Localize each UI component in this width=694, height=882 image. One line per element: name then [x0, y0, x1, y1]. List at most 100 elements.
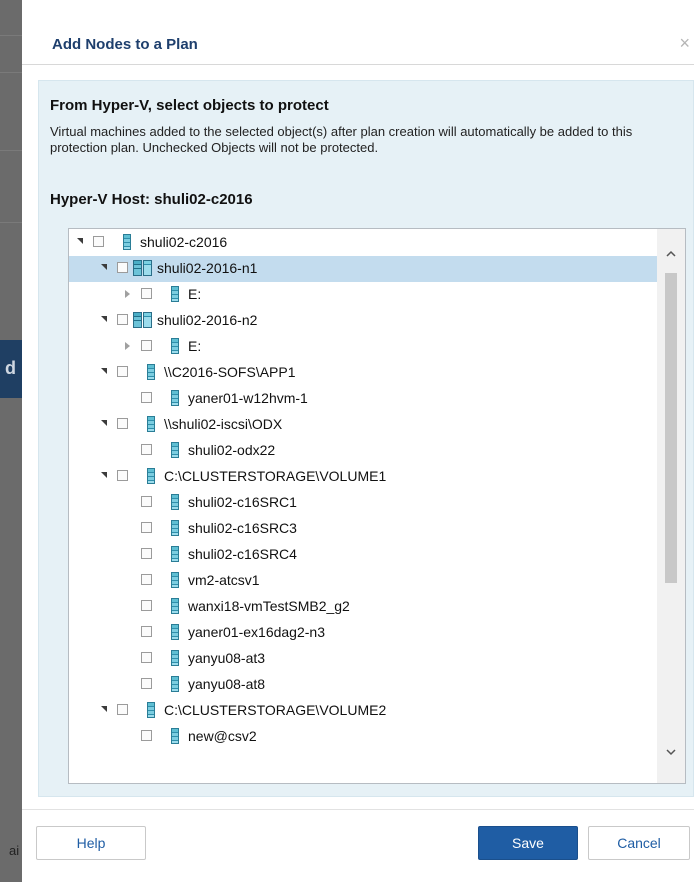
tree-row[interactable]: E:: [69, 282, 657, 308]
tree-checkbox[interactable]: [141, 600, 152, 611]
tree-row[interactable]: shuli02-odx22: [69, 438, 657, 464]
tree-row[interactable]: vm2-atcsv1: [69, 568, 657, 594]
tree-row[interactable]: C:\CLUSTERSTORAGE\VOLUME1: [69, 464, 657, 490]
server-icon: [171, 624, 179, 640]
cancel-button[interactable]: Cancel: [588, 826, 690, 860]
help-button[interactable]: Help: [36, 826, 146, 860]
tree-scrollbar[interactable]: [657, 229, 685, 783]
tree-row[interactable]: shuli02-2016-n1: [69, 256, 657, 282]
server-icon: [171, 494, 179, 510]
expand-arrow-icon[interactable]: [125, 290, 130, 298]
tree-checkbox[interactable]: [117, 418, 128, 429]
collapse-arrow-icon[interactable]: [101, 706, 107, 712]
tree-row-label: vm2-atcsv1: [188, 572, 260, 588]
tree-row[interactable]: shuli02-c16SRC4: [69, 542, 657, 568]
tree-row[interactable]: yaner01-w12hvm-1: [69, 386, 657, 412]
background-button-text: d: [5, 358, 16, 378]
close-icon[interactable]: ×: [679, 33, 690, 54]
tree-checkbox[interactable]: [141, 288, 152, 299]
tree-row-label: shuli02-2016-n2: [157, 312, 258, 328]
tree-row[interactable]: C:\CLUSTERSTORAGE\VOLUME2: [69, 698, 657, 724]
tree-row[interactable]: shuli02-c16SRC1: [69, 490, 657, 516]
tree-row-label: yanyu08-at3: [188, 650, 266, 666]
server-icon: [171, 572, 179, 588]
collapse-arrow-icon[interactable]: [101, 316, 107, 322]
tree-row-label: \\C2016-SOFS\APP1: [164, 364, 296, 380]
server-icon: [171, 338, 179, 354]
collapse-arrow-icon[interactable]: [101, 472, 107, 478]
collapse-arrow-icon[interactable]: [101, 368, 107, 374]
section-heading: From Hyper-V, select objects to protect: [50, 97, 329, 114]
tree-checkbox[interactable]: [141, 496, 152, 507]
tree-checkbox[interactable]: [117, 704, 128, 715]
background-divider: [0, 222, 22, 223]
tree-checkbox[interactable]: [93, 236, 104, 247]
server-icon: [147, 702, 155, 718]
tree-checkbox[interactable]: [141, 574, 152, 585]
server-icon: [171, 598, 179, 614]
tree-checkbox[interactable]: [117, 470, 128, 481]
tree-row[interactable]: yaner01-ex16dag2-n3: [69, 620, 657, 646]
tree-checkbox[interactable]: [141, 444, 152, 455]
server-icon: [171, 728, 179, 744]
tree-checkbox[interactable]: [141, 548, 152, 559]
tree-row-label: yanyu08-at8: [188, 676, 266, 692]
scroll-thumb[interactable]: [665, 273, 677, 583]
tree-row-label: yaner01-ex16dag2-n3: [188, 624, 325, 640]
collapse-arrow-icon[interactable]: [101, 264, 107, 270]
tree-row-label: C:\CLUSTERSTORAGE\VOLUME2: [164, 702, 387, 718]
tree-checkbox[interactable]: [117, 314, 128, 325]
tree-row-label: shuli02-2016-n1: [157, 260, 258, 276]
tree-row[interactable]: shuli02-2016-n2: [69, 308, 657, 334]
tree-checkbox[interactable]: [117, 262, 128, 273]
tree-checkbox[interactable]: [141, 626, 152, 637]
background-divider: [0, 35, 22, 36]
server-icon: [171, 390, 179, 406]
tree-row[interactable]: yanyu08-at8: [69, 672, 657, 698]
background-divider: [0, 150, 22, 151]
tree-row-label: shuli02-odx22: [188, 442, 276, 458]
tree-row[interactable]: \\C2016-SOFS\APP1: [69, 360, 657, 386]
dialog-titlebar: Add Nodes to a Plan ×: [22, 22, 694, 65]
server-icon: [147, 364, 155, 380]
tree-row[interactable]: shuli02-c2016: [69, 230, 657, 256]
tree-row-label: E:: [188, 286, 202, 302]
tree-row-label: \\shuli02-iscsi\ODX: [164, 416, 283, 432]
tree-checkbox[interactable]: [141, 392, 152, 403]
tree-row-label: shuli02-c16SRC4: [188, 546, 297, 562]
scroll-up-icon[interactable]: [666, 249, 676, 259]
tree-row-label: shuli02-c2016: [140, 234, 228, 250]
tree-row[interactable]: yanyu08-at3: [69, 646, 657, 672]
tree-row-label: shuli02-c16SRC1: [188, 494, 297, 510]
tree-checkbox[interactable]: [141, 522, 152, 533]
collapse-arrow-icon[interactable]: [101, 420, 107, 426]
dialog-title: Add Nodes to a Plan: [52, 36, 198, 53]
tree-row[interactable]: E:: [69, 334, 657, 360]
tree-row[interactable]: new@csv2: [69, 724, 657, 750]
add-nodes-dialog: Add Nodes to a Plan × From Hyper-V, sele…: [22, 0, 694, 882]
server-icon: [171, 546, 179, 562]
server-icon: [171, 286, 179, 302]
tree-checkbox[interactable]: [141, 340, 152, 351]
tree-row[interactable]: wanxi18-vmTestSMB2_g2: [69, 594, 657, 620]
expand-arrow-icon[interactable]: [125, 342, 130, 350]
tree-row-label: wanxi18-vmTestSMB2_g2: [188, 598, 350, 614]
tree-checkbox[interactable]: [117, 366, 128, 377]
scroll-down-icon[interactable]: [666, 747, 676, 757]
server-icon: [123, 234, 131, 250]
section-description: Virtual machines added to the selected o…: [50, 124, 633, 155]
server-icon: [171, 676, 179, 692]
save-button[interactable]: Save: [478, 826, 578, 860]
background-divider: [0, 72, 22, 73]
footer-divider: [22, 809, 694, 810]
tree-row[interactable]: shuli02-c16SRC3: [69, 516, 657, 542]
tree-row-label: yaner01-w12hvm-1: [188, 390, 308, 406]
tree-checkbox[interactable]: [141, 730, 152, 741]
tree-checkbox[interactable]: [141, 652, 152, 663]
collapse-arrow-icon[interactable]: [77, 238, 83, 244]
object-tree[interactable]: shuli02-c2016 shuli02-2016-n1 E: shuli02-20…: [68, 228, 686, 784]
tree-row[interactable]: \\shuli02-iscsi\ODX: [69, 412, 657, 438]
tree-checkbox[interactable]: [141, 678, 152, 689]
tree-row-label: shuli02-c16SRC3: [188, 520, 297, 536]
host-title: Hyper-V Host: shuli02-c2016: [50, 191, 253, 208]
